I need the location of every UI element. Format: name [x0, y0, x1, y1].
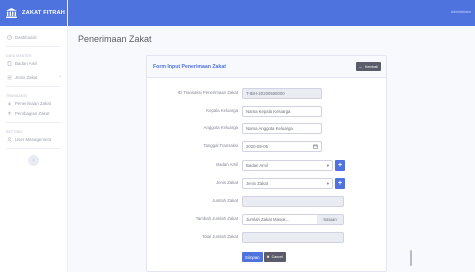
badan-amil-select[interactable]: Badan Amil [242, 160, 333, 171]
brand-name: ZAKAT FITRAH [22, 10, 65, 16]
sidebar-toggle-button[interactable]: ‹ [28, 155, 39, 166]
sidebar-item-label: Badan Amil [15, 60, 38, 66]
landmark-icon [6, 8, 17, 18]
sidebar-item-label: Dashboard [15, 34, 37, 40]
field-label: Jumlah Zakat [212, 198, 238, 203]
chevron-right-icon: › [59, 74, 61, 80]
total-jumlah-field [242, 232, 344, 243]
close-icon: ✖ [266, 255, 270, 259]
sidebar-item-user-management[interactable]: User Management [0, 134, 67, 144]
form-row-total: Total Jumlah Zakat [147, 232, 388, 243]
form-row-jumlah: Jumlah Zakat [147, 196, 388, 207]
brand[interactable]: ZAKAT FITRAH [0, 0, 67, 26]
field-label: Jenis Zakat [216, 180, 238, 185]
divider [6, 86, 61, 87]
jumlah-zakat-field [242, 196, 344, 207]
user-name[interactable]: Administrator [451, 10, 471, 14]
building-icon [6, 60, 12, 66]
field-label: Badan Amil [216, 162, 238, 167]
divider [6, 46, 61, 47]
id-transaksi-field: T-IBH-20200508000 [242, 88, 322, 99]
sidebar-item-dashboard[interactable]: Dashboard [0, 32, 67, 42]
topbar: Administrator [68, 0, 475, 26]
divider [6, 148, 61, 149]
field-label: Anggota Keluarga [203, 125, 238, 130]
form-row-badan: Badan Amil Badan Amil + [147, 160, 388, 171]
tambah-jumlah-input[interactable]: Jumlah Zakat Masuk... [242, 214, 318, 225]
sidebar-item-pembagian[interactable]: Pembagian Zakat [0, 108, 67, 118]
add-jenis-zakat-button[interactable]: + [335, 178, 345, 189]
upload-icon [6, 110, 12, 116]
sidebar-item-jenis-zakat[interactable]: Jenis Zakat › [0, 72, 67, 82]
tanggal-transaksi-input[interactable]: 2020-09-05 [242, 141, 322, 152]
divider [6, 122, 61, 123]
cancel-button-label: Cancel [271, 255, 283, 259]
page-title: Penerimaan Zakat [78, 34, 152, 44]
back-button[interactable]: ← Kembali [355, 62, 381, 71]
form-row-kepala: Kepala Keluarga Nama Kepala Keluarga [147, 106, 388, 117]
date-value: 2020-09-05 [246, 144, 268, 149]
sidebar-heading-setting: SETTING [6, 130, 23, 134]
back-button-label: Kembali [365, 64, 378, 69]
field-label: Kepala Keluarga [206, 108, 238, 113]
sidebar-item-label: User Management [15, 136, 52, 142]
plus-icon: + [337, 180, 343, 187]
save-button[interactable]: Simpan [242, 252, 263, 262]
satuan-addon: Satuan [317, 214, 344, 225]
form-row-anggota: Anggota Keluarga Nama Anggota Keluarga [147, 123, 388, 134]
sidebar-heading-transaksi: TRANSAKSI [6, 94, 28, 98]
arrow-left-icon: ← [358, 64, 364, 69]
sidebar-item-label: Penerimaan Zakat [15, 100, 51, 106]
form-card: Form Input Penerimaan Zakat ← Kembali ID… [146, 55, 387, 272]
field-label: Tanggal Transaksi [203, 143, 238, 148]
form-row-id: ID Transaksi Penerimaan Zakat T-IBH-2020… [147, 88, 388, 99]
anggota-keluarga-input[interactable]: Nama Anggota Keluarga [242, 123, 322, 134]
kepala-keluarga-input[interactable]: Nama Kepala Keluarga [242, 106, 322, 117]
field-label: ID Transaksi Penerimaan Zakat [177, 90, 238, 95]
scrollbar[interactable] [410, 250, 412, 266]
list-icon [6, 74, 12, 80]
form-row-tambah: Tambah Jumlah Zakat Jumlah Zakat Masuk..… [147, 214, 388, 225]
card-header: Form Input Penerimaan Zakat ← Kembali [147, 56, 386, 78]
sidebar-heading-master: DATA MASTER [6, 54, 32, 58]
card-title: Form Input Penerimaan Zakat [153, 63, 226, 70]
sidebar: ZAKAT FITRAH Dashboard DATA MASTER Badan… [0, 0, 68, 272]
calendar-icon[interactable] [313, 144, 318, 149]
sidebar-item-badan-amil[interactable]: Badan Amil [0, 58, 67, 68]
sidebar-item-penerimaan[interactable]: Penerimaan Zakat [0, 98, 67, 108]
download-icon [6, 100, 12, 106]
sidebar-item-label: Pembagian Zakat [15, 110, 50, 116]
form-row-tanggal: Tanggal Transaksi 2020-09-05 [147, 141, 388, 152]
chevron-left-icon: ‹ [32, 157, 35, 164]
plus-icon: + [337, 162, 343, 169]
field-label: Tambah Jumlah Zakat [195, 216, 238, 221]
add-badan-amil-button[interactable]: + [335, 160, 345, 171]
form-actions: Simpan ✖ Cancel [242, 252, 286, 262]
users-icon [6, 136, 12, 142]
cancel-button[interactable]: ✖ Cancel [263, 252, 286, 262]
sidebar-item-label: Jenis Zakat [15, 74, 38, 80]
form-row-jenis: Jenis Zakat Jenis Zakat + [147, 178, 388, 189]
field-label: Total Jumlah Zakat [201, 234, 238, 239]
dashboard-icon [6, 34, 12, 40]
jenis-zakat-select[interactable]: Jenis Zakat [242, 178, 333, 189]
